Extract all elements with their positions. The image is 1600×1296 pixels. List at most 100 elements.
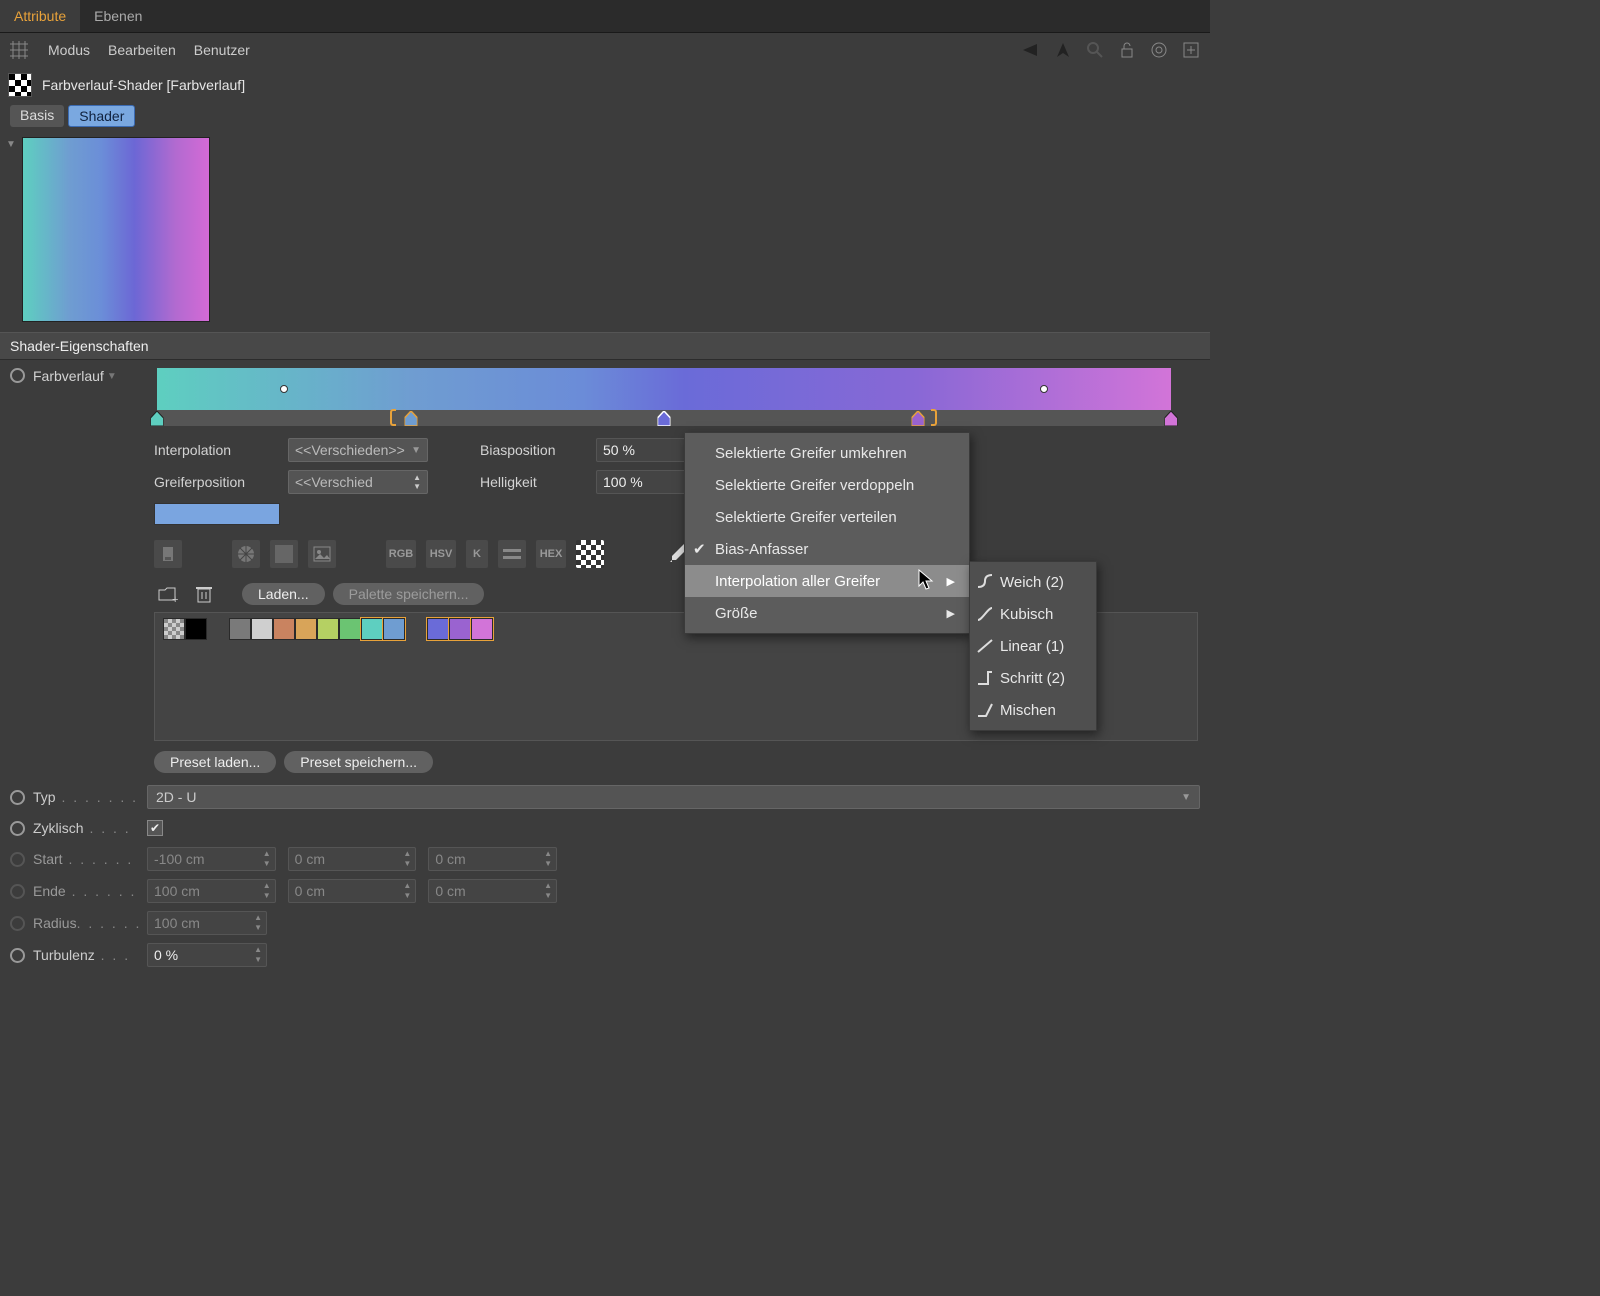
sm-mischen[interactable]: Mischen xyxy=(970,694,1096,726)
target-icon[interactable] xyxy=(1148,39,1170,61)
preset-laden-button[interactable]: Preset laden... xyxy=(154,751,276,773)
bias-label: Biasposition xyxy=(480,442,580,458)
gradient-bar[interactable] xyxy=(157,368,1171,410)
swatch[interactable] xyxy=(295,618,317,640)
midpoint-1[interactable] xyxy=(280,385,288,393)
knot-5[interactable] xyxy=(1165,411,1178,426)
start-label: Start . . . . . . . xyxy=(33,851,139,867)
rgb-button[interactable]: RGB xyxy=(386,540,416,568)
anim-dot[interactable] xyxy=(10,884,25,899)
interpolation-dropdown[interactable]: <<Verschieden>> ▼ xyxy=(288,438,428,462)
knot-2[interactable] xyxy=(404,411,417,426)
swatch[interactable] xyxy=(229,618,251,640)
knot-4[interactable] xyxy=(911,411,924,426)
chevron-down-icon: ▼ xyxy=(1181,792,1191,803)
cm-verdoppeln[interactable]: Selektierte Greifer verdoppeln xyxy=(685,469,969,501)
knot-1[interactable] xyxy=(151,411,164,426)
swatch[interactable] xyxy=(317,618,339,640)
svg-text:+: + xyxy=(172,594,178,604)
swatch[interactable] xyxy=(471,618,493,640)
cm-bias[interactable]: ✔Bias-Anfasser xyxy=(685,533,969,565)
ende-x[interactable]: 100 cm▲▼ xyxy=(147,879,276,903)
knot-bar[interactable] xyxy=(157,410,1171,426)
anim-dot[interactable] xyxy=(10,916,25,931)
gradient-preview[interactable] xyxy=(22,137,210,322)
ende-z[interactable]: 0 cm▲▼ xyxy=(428,879,557,903)
chevron-down-icon: ▼ xyxy=(411,445,421,456)
laden-button[interactable]: Laden... xyxy=(242,583,325,605)
anim-dot[interactable] xyxy=(10,852,25,867)
up-icon[interactable] xyxy=(1052,39,1074,61)
k-button[interactable]: K xyxy=(466,540,488,568)
sm-schritt[interactable]: Schritt (2) xyxy=(970,662,1096,694)
swatch[interactable] xyxy=(449,618,471,640)
hsv-button[interactable]: HSV xyxy=(426,540,456,568)
subtab-basis[interactable]: Basis xyxy=(10,105,64,127)
trash-icon[interactable] xyxy=(190,580,218,608)
cm-verteilen[interactable]: Selektierte Greifer verteilen xyxy=(685,501,969,533)
swatch[interactable] xyxy=(427,618,449,640)
prop-farbverlauf: Farbverlauf ▼ xyxy=(0,360,1210,430)
picker-icon[interactable] xyxy=(154,540,182,568)
turbulenz-input[interactable]: 0 %▲▼ xyxy=(147,943,267,967)
add-icon[interactable] xyxy=(1180,39,1202,61)
radius-label: Radius. . . . . . xyxy=(33,915,139,931)
cm-groesse[interactable]: Größe▶ xyxy=(685,597,969,629)
sliders-icon[interactable] xyxy=(498,540,526,568)
greifer-input[interactable]: <<Verschied ▲▼ xyxy=(288,470,428,494)
folder-add-icon[interactable]: + xyxy=(154,580,182,608)
swatches-icon[interactable] xyxy=(576,540,604,568)
interpolation-label: Interpolation xyxy=(154,442,272,458)
sm-weich[interactable]: Weich (2) xyxy=(970,566,1096,598)
sel-bracket-left xyxy=(390,409,396,426)
sm-linear[interactable]: Linear (1) xyxy=(970,630,1096,662)
menu-bearbeiten[interactable]: Bearbeiten xyxy=(108,42,176,58)
check-icon: ✔ xyxy=(693,540,706,558)
image-icon[interactable] xyxy=(308,540,336,568)
context-menu: Selektierte Greifer umkehren Selektierte… xyxy=(684,432,970,634)
knot-3[interactable] xyxy=(658,411,671,426)
midpoint-2[interactable] xyxy=(1040,385,1048,393)
anim-dot[interactable] xyxy=(10,948,25,963)
spectrum-icon[interactable] xyxy=(270,540,298,568)
ende-label: Ende . . . . . . . xyxy=(33,883,139,899)
preset-speichern-button[interactable]: Preset speichern... xyxy=(284,751,433,773)
start-z[interactable]: 0 cm▲▼ xyxy=(428,847,557,871)
swatch[interactable] xyxy=(163,618,185,640)
swatch[interactable] xyxy=(339,618,361,640)
tab-attribute[interactable]: Attribute xyxy=(0,0,80,32)
color-swatch[interactable] xyxy=(154,503,280,525)
swatch[interactable] xyxy=(383,618,405,640)
expand-icon[interactable]: ▼ xyxy=(6,139,20,153)
grid-icon[interactable] xyxy=(8,39,30,61)
palette-speichern-button[interactable]: Palette speichern... xyxy=(333,583,485,605)
subtab-shader[interactable]: Shader xyxy=(68,105,135,127)
anim-dot[interactable] xyxy=(10,821,25,836)
sm-kubisch[interactable]: Kubisch xyxy=(970,598,1096,630)
tab-ebenen[interactable]: Ebenen xyxy=(80,0,156,32)
wheel-icon[interactable] xyxy=(232,540,260,568)
hex-button[interactable]: HEX xyxy=(536,540,566,568)
swatch[interactable] xyxy=(251,618,273,640)
search-icon[interactable] xyxy=(1084,39,1106,61)
back-icon[interactable] xyxy=(1020,39,1042,61)
sel-bracket-right xyxy=(931,409,937,426)
start-y[interactable]: 0 cm▲▼ xyxy=(288,847,417,871)
ende-y[interactable]: 0 cm▲▼ xyxy=(288,879,417,903)
zyklisch-checkbox[interactable]: ✔ xyxy=(147,820,163,836)
anim-dot[interactable] xyxy=(10,790,25,805)
menu-modus[interactable]: Modus xyxy=(48,42,90,58)
menu-benutzer[interactable]: Benutzer xyxy=(194,42,250,58)
cm-umkehren[interactable]: Selektierte Greifer umkehren xyxy=(685,437,969,469)
typ-dropdown[interactable]: 2D - U ▼ xyxy=(147,785,1200,809)
lock-icon[interactable] xyxy=(1116,39,1138,61)
swatch[interactable] xyxy=(273,618,295,640)
expand-icon[interactable]: ▼ xyxy=(107,371,117,382)
anim-dot[interactable] xyxy=(10,368,25,383)
swatch[interactable] xyxy=(361,618,383,640)
swatch[interactable] xyxy=(185,618,207,640)
start-x[interactable]: -100 cm▲▼ xyxy=(147,847,276,871)
radius-input[interactable]: 100 cm▲▼ xyxy=(147,911,267,935)
cm-interp[interactable]: Interpolation aller Greifer▶ Weich (2) K… xyxy=(685,565,969,597)
spinner-icon[interactable]: ▲▼ xyxy=(413,473,421,491)
